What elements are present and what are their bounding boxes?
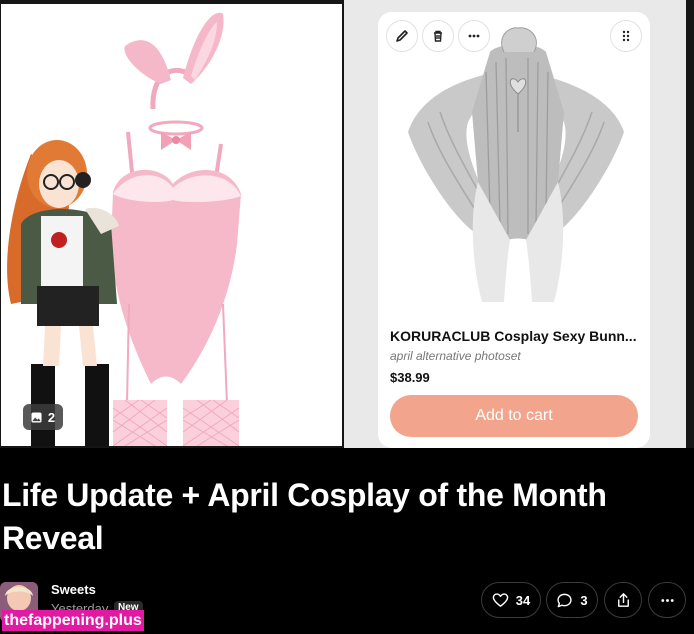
post-media: 2 KORURACLUB Cosplay Sexy Bunn... april … (0, 0, 694, 448)
more-icon (660, 598, 674, 602)
post-title: Life Update + April Cosplay of the Month… (2, 477, 607, 556)
comment-icon (557, 593, 573, 607)
more-icon (468, 34, 480, 38)
product-panel: KORURACLUB Cosplay Sexy Bunn... april al… (344, 0, 686, 448)
more-options-button[interactable] (458, 20, 490, 52)
image-icon (31, 411, 42, 423)
cosplay-image[interactable]: 2 (1, 4, 342, 446)
gallery-count-badge[interactable]: 2 (23, 404, 63, 430)
product-price: $38.99 (390, 370, 430, 385)
product-image (378, 12, 650, 312)
like-count: 34 (515, 592, 531, 608)
share-icon (617, 592, 629, 607)
author-name[interactable]: Sweets (51, 582, 96, 597)
cosplay-illustration (1, 4, 342, 446)
add-to-cart-button[interactable]: Add to cart (390, 395, 638, 437)
product-card[interactable]: KORURACLUB Cosplay Sexy Bunn... april al… (378, 12, 650, 448)
pencil-icon (396, 30, 408, 42)
grip-icon (622, 30, 630, 42)
comment-count: 3 (580, 592, 588, 608)
comment-button[interactable]: 3 (546, 582, 598, 618)
card-toolbar (386, 20, 490, 52)
share-button[interactable] (604, 582, 642, 618)
like-button[interactable]: 34 (481, 582, 541, 618)
gallery-count: 2 (47, 409, 56, 425)
delete-button[interactable] (422, 20, 454, 52)
product-subtitle: april alternative photoset (390, 349, 521, 363)
trash-icon (434, 30, 442, 42)
edit-button[interactable] (386, 20, 418, 52)
watermark: thefappening.plus (2, 610, 144, 631)
post-more-button[interactable] (648, 582, 686, 618)
heart-icon (492, 592, 509, 607)
drag-handle-button[interactable] (610, 20, 642, 52)
product-name[interactable]: KORURACLUB Cosplay Sexy Bunn... (390, 328, 642, 344)
